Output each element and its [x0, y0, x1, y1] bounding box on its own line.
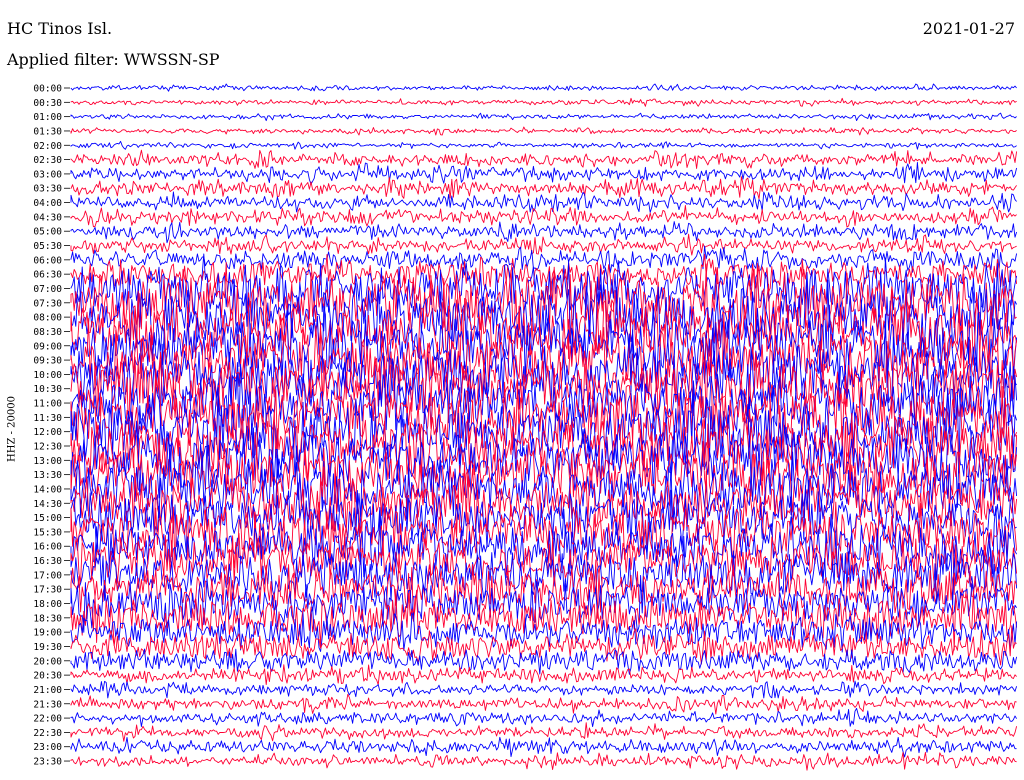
trace-0100	[70, 112, 1017, 122]
tick-label: 02:00	[33, 141, 62, 152]
tick-label: 09:30	[33, 356, 62, 367]
tick-label: 01:30	[33, 126, 62, 137]
tick-label: 15:30	[33, 527, 62, 538]
tick-label: 00:30	[33, 98, 62, 109]
tick-label: 09:00	[33, 341, 62, 352]
tick-label: 07:30	[33, 298, 62, 309]
trace-0530	[70, 233, 1017, 256]
trace-1700	[70, 535, 1018, 609]
tick-label: 22:30	[33, 728, 62, 739]
tick-label: 18:00	[33, 599, 62, 610]
tick-label: 00:00	[33, 84, 62, 95]
trace-0230	[70, 149, 1018, 169]
tick-label: 11:00	[33, 399, 62, 410]
tick-label: 17:30	[33, 585, 62, 596]
tick-label: 02:30	[33, 155, 62, 166]
tick-label: 23:30	[33, 757, 62, 768]
trace-0300	[70, 161, 1018, 185]
tick-label: 13:00	[33, 456, 62, 467]
tick-label: 07:00	[33, 284, 62, 295]
tick-label: 23:00	[33, 742, 62, 753]
trace-2200	[70, 707, 1017, 728]
channel-label-wrap: HHZ - 20000	[2, 384, 22, 474]
tick-label: 21:30	[33, 699, 62, 710]
channel-label: HHZ - 20000	[6, 396, 18, 462]
tick-label: 08:30	[33, 327, 62, 338]
tick-label: 11:30	[33, 413, 62, 424]
tick-label: 14:30	[33, 499, 62, 510]
tick-label: 20:30	[33, 671, 62, 682]
trace-0130	[70, 126, 1017, 136]
time-tick-labels: 00:00 00:30 01:00 01:30 02:00 02:30 03:00 03:30…	[33, 84, 70, 768]
trace-0630	[70, 253, 1018, 294]
tick-label: 05:30	[33, 241, 62, 252]
trace-2100	[70, 680, 1018, 699]
tick-label: 16:00	[33, 542, 62, 553]
tick-label: 18:30	[33, 613, 62, 624]
trace-0330	[70, 176, 1017, 200]
record-date: 2021-01-27	[922, 19, 1015, 38]
trace-0400	[70, 191, 1017, 213]
tick-label: 13:30	[33, 470, 62, 481]
tick-label: 04:00	[33, 198, 62, 209]
helicorder-plot: 00:00 00:30 01:00 01:30 02:00 02:30 03:00 03:30…	[33, 83, 1018, 771]
trace-2130	[70, 693, 1017, 715]
station-title: HC Tinos Isl.	[7, 19, 113, 38]
tick-label: 06:00	[33, 255, 62, 266]
tick-label: 01:00	[33, 112, 62, 123]
tick-label: 04:30	[33, 212, 62, 223]
tick-label: 21:00	[33, 685, 62, 696]
tick-label: 19:00	[33, 628, 62, 639]
trace-0030	[70, 97, 1017, 107]
seismic-traces	[70, 83, 1018, 771]
tick-label: 20:00	[33, 656, 62, 667]
trace-2030	[70, 664, 1017, 686]
tick-label: 03:00	[33, 169, 62, 180]
trace-0600	[70, 245, 1018, 274]
tick-label: 19:30	[33, 642, 62, 653]
trace-0000	[70, 83, 1017, 92]
tick-label: 10:00	[33, 370, 62, 381]
tick-label: 22:00	[33, 714, 62, 725]
trace-2330	[70, 751, 1017, 771]
tick-label: 08:00	[33, 313, 62, 324]
tick-label: 14:00	[33, 484, 62, 495]
tick-label: 12:30	[33, 442, 62, 453]
trace-0200	[70, 140, 1017, 150]
trace-2230	[70, 722, 1018, 742]
tick-label: 10:30	[33, 384, 62, 395]
tick-label: 16:30	[33, 556, 62, 567]
trace-2300	[70, 736, 1017, 758]
tick-label: 12:00	[33, 427, 62, 438]
tick-label: 15:00	[33, 513, 62, 524]
filter-label: Applied filter: WWSSN-SP	[7, 50, 220, 69]
trace-0430	[70, 205, 1017, 228]
tick-label: 03:30	[33, 184, 62, 195]
tick-label: 06:30	[33, 270, 62, 281]
tick-label: 05:00	[33, 227, 62, 238]
tick-label: 17:00	[33, 570, 62, 581]
